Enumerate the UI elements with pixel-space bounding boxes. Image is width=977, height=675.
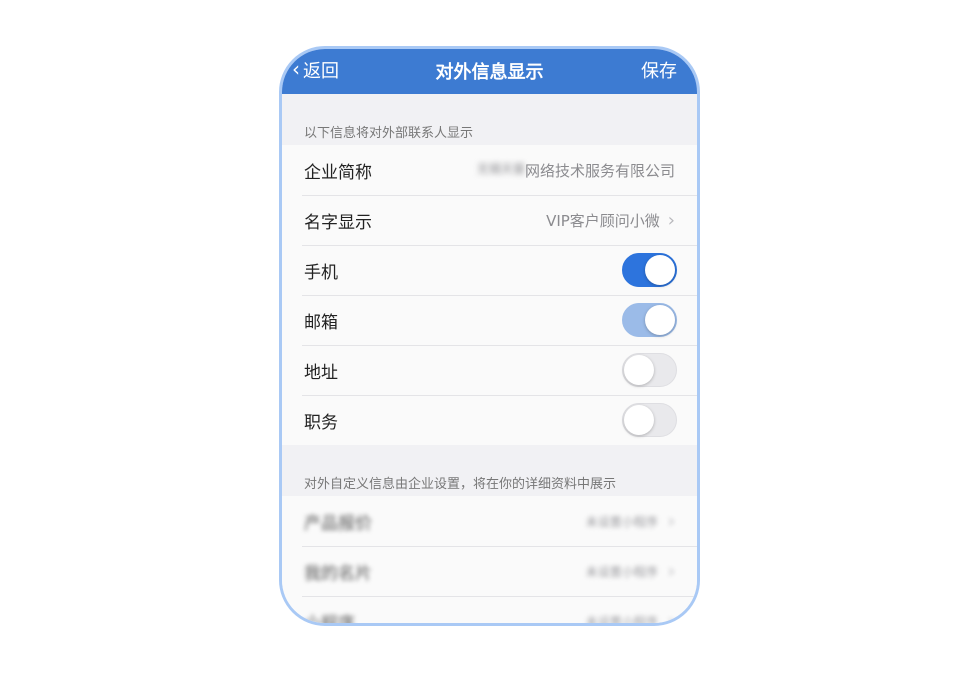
section-header-custom-info: 对外自定义信息由企业设置，将在你的详细资料中展示: [304, 477, 617, 492]
chevron-right-icon: ›: [667, 610, 675, 626]
chevron-right-icon: ›: [667, 209, 675, 231]
custom-item-label: 我的名片: [304, 563, 372, 584]
chevron-right-icon: ›: [667, 510, 675, 532]
chevron-right-icon: ›: [667, 560, 675, 582]
page-title: 对外信息显示: [435, 62, 544, 83]
company-name-label: 企业简称: [304, 162, 372, 183]
position-toggle[interactable]: [622, 403, 677, 437]
navigation-bar: ‹ 返回 对外信息显示 保存: [282, 49, 697, 94]
toggle-row-phone: 手机: [282, 245, 697, 295]
custom-item-value: 未设置小程序: [585, 514, 658, 529]
toggle-knob: [624, 405, 654, 435]
phone-label: 手机: [304, 262, 338, 283]
visible-info-group: 企业简称 无锡天督 网络技术服务有限公司 名字显示 VIP客户顾问小微 › 手机…: [282, 145, 697, 445]
custom-item-label: 小程序: [304, 613, 355, 626]
toggle-knob: [645, 305, 675, 335]
phone-toggle[interactable]: [622, 253, 677, 287]
custom-item-row[interactable]: 产品报价 未设置小程序 ›: [282, 496, 697, 546]
company-name-blurred-part: 无锡天督: [476, 161, 525, 176]
custom-item-value-wrap: 未设置小程序 ›: [586, 511, 675, 532]
toggle-row-position: 职务: [282, 395, 697, 445]
company-name-row: 企业简称 无锡天督 网络技术服务有限公司: [282, 145, 697, 195]
toggle-row-email: 邮箱: [282, 295, 697, 345]
custom-item-value-wrap: 未设置小程序 ›: [585, 610, 675, 626]
company-name-visible-part: 网络技术服务有限公司: [524, 161, 675, 180]
name-display-row[interactable]: 名字显示 VIP客户顾问小微 ›: [282, 195, 697, 245]
toggle-knob: [645, 255, 675, 285]
save-button[interactable]: 保存: [641, 57, 677, 83]
custom-item-label: 产品报价: [304, 513, 372, 534]
email-label: 邮箱: [304, 312, 338, 333]
name-display-value: VIP客户顾问小微: [546, 211, 660, 230]
company-name-value: 无锡天督 网络技术服务有限公司: [477, 160, 675, 181]
custom-item-value-wrap: 未设置小程序 ›: [586, 561, 675, 582]
custom-item-value: 未设置小程序: [585, 564, 658, 579]
custom-item-row[interactable]: 小程序 未设置小程序 ›: [282, 596, 697, 626]
address-label: 地址: [304, 362, 338, 383]
toggle-knob: [624, 355, 654, 385]
custom-item-value: 未设置小程序: [585, 614, 658, 626]
custom-item-row[interactable]: 我的名片 未设置小程序 ›: [282, 546, 697, 596]
email-toggle[interactable]: [622, 303, 677, 337]
position-label: 职务: [304, 412, 338, 433]
custom-info-group: 产品报价 未设置小程序 › 我的名片 未设置小程序 › 小程序 未设置小程序 ›: [282, 496, 697, 626]
name-display-label: 名字显示: [304, 212, 372, 233]
phone-frame: ‹ 返回 对外信息显示 保存 以下信息将对外部联系人显示 企业简称 无锡天督 网…: [279, 46, 700, 626]
section-header-visible-info: 以下信息将对外部联系人显示: [304, 126, 474, 141]
address-toggle[interactable]: [622, 353, 677, 387]
toggle-row-address: 地址: [282, 345, 697, 395]
name-display-value-wrap: VIP客户顾问小微 ›: [546, 210, 675, 231]
